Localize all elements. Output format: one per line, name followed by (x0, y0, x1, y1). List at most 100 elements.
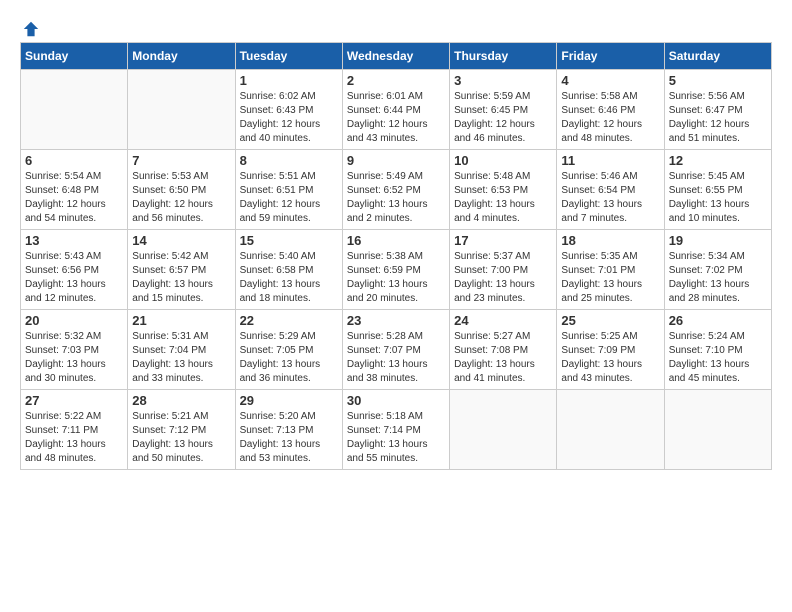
page-header (20, 20, 772, 32)
day-info: Sunrise: 5:25 AM Sunset: 7:09 PM Dayligh… (561, 330, 659, 386)
calendar-cell: 13Sunrise: 5:43 AM Sunset: 6:56 PM Dayli… (21, 230, 128, 310)
calendar-cell (557, 390, 664, 470)
logo (20, 20, 40, 32)
calendar-cell: 20 Sunrise: 5:32 AM Sunset: 7:03 PM Dayli… (21, 310, 128, 390)
day-info: Sunrise: 5:32 AM Sunset: 7:03 PM Dayligh… (25, 330, 123, 386)
day-number: 3 (454, 73, 552, 88)
calendar-cell: 15 Sunrise: 5:40 AM Sunset: 6:58 PM Dayli… (235, 230, 342, 310)
calendar-week-row: 6 Sunrise: 5:54 AM Sunset: 6:48 PM Daylig… (21, 150, 772, 230)
day-info: Sunrise: 5:28 AM Sunset: 7:07 PM Dayligh… (347, 330, 445, 386)
calendar-cell: 28 Sunrise: 5:21 AM Sunset: 7:12 PM Dayli… (128, 390, 235, 470)
calendar-header-sunday: Sunday (21, 43, 128, 70)
calendar-cell: 29 Sunrise: 5:20 AM Sunset: 7:13 PM Dayli… (235, 390, 342, 470)
day-info: Sunrise: 5:56 AM Sunset: 6:47 PM Dayligh… (669, 90, 767, 146)
calendar-cell (450, 390, 557, 470)
day-number: 18 (561, 233, 659, 248)
day-number: 20 (25, 313, 123, 328)
day-info: Sunrise: 5:24 AM Sunset: 7:10 PM Dayligh… (669, 330, 767, 386)
calendar-cell: 7 Sunrise: 5:53 AM Sunset: 6:50 PM Daylig… (128, 150, 235, 230)
day-info: Sunrise: 5:48 AM Sunset: 6:53 PM Dayligh… (454, 170, 552, 226)
day-number: 16 (347, 233, 445, 248)
day-info: Sunrise: 5:59 AM Sunset: 6:45 PM Dayligh… (454, 90, 552, 146)
day-info: Sunrise: 5:46 AM Sunset: 6:54 PM Dayligh… (561, 170, 659, 226)
calendar-cell: 23 Sunrise: 5:28 AM Sunset: 7:07 PM Dayli… (342, 310, 449, 390)
day-number: 10 (454, 153, 552, 168)
day-number: 29 (240, 393, 338, 408)
calendar-header-thursday: Thursday (450, 43, 557, 70)
day-info: Sunrise: 5:31 AM Sunset: 7:04 PM Dayligh… (132, 330, 230, 386)
calendar-cell: 3 Sunrise: 5:59 AM Sunset: 6:45 PM Daylig… (450, 70, 557, 150)
day-info: Sunrise: 6:01 AM Sunset: 6:44 PM Dayligh… (347, 90, 445, 146)
day-info: Sunrise: 5:20 AM Sunset: 7:13 PM Dayligh… (240, 410, 338, 466)
day-number: 17 (454, 233, 552, 248)
day-info: Sunrise: 5:58 AM Sunset: 6:46 PM Dayligh… (561, 90, 659, 146)
calendar-cell: 25 Sunrise: 5:25 AM Sunset: 7:09 PM Dayli… (557, 310, 664, 390)
day-number: 30 (347, 393, 445, 408)
calendar-cell: 2Sunrise: 6:01 AM Sunset: 6:44 PM Daylig… (342, 70, 449, 150)
day-number: 6 (25, 153, 123, 168)
day-info: Sunrise: 5:42 AM Sunset: 6:57 PM Dayligh… (132, 250, 230, 306)
calendar-header-row: SundayMondayTuesdayWednesdayThursdayFrid… (21, 43, 772, 70)
day-number: 4 (561, 73, 659, 88)
day-info: Sunrise: 5:45 AM Sunset: 6:55 PM Dayligh… (669, 170, 767, 226)
day-number: 9 (347, 153, 445, 168)
calendar-cell (128, 70, 235, 150)
calendar-cell: 10 Sunrise: 5:48 AM Sunset: 6:53 PM Dayli… (450, 150, 557, 230)
day-number: 11 (561, 153, 659, 168)
day-number: 19 (669, 233, 767, 248)
calendar-header-wednesday: Wednesday (342, 43, 449, 70)
day-info: Sunrise: 5:29 AM Sunset: 7:05 PM Dayligh… (240, 330, 338, 386)
calendar-week-row: 27 Sunrise: 5:22 AM Sunset: 7:11 PM Dayli… (21, 390, 772, 470)
day-info: Sunrise: 5:35 AM Sunset: 7:01 PM Dayligh… (561, 250, 659, 306)
day-info: Sunrise: 5:53 AM Sunset: 6:50 PM Dayligh… (132, 170, 230, 226)
calendar-cell: 27 Sunrise: 5:22 AM Sunset: 7:11 PM Dayli… (21, 390, 128, 470)
calendar-cell: 24Sunrise: 5:27 AM Sunset: 7:08 PM Dayli… (450, 310, 557, 390)
calendar-header-tuesday: Tuesday (235, 43, 342, 70)
day-info: Sunrise: 5:37 AM Sunset: 7:00 PM Dayligh… (454, 250, 552, 306)
day-number: 25 (561, 313, 659, 328)
calendar-cell: 1 Sunrise: 6:02 AM Sunset: 6:43 PM Daylig… (235, 70, 342, 150)
day-info: Sunrise: 5:21 AM Sunset: 7:12 PM Dayligh… (132, 410, 230, 466)
calendar-cell: 18 Sunrise: 5:35 AM Sunset: 7:01 PM Dayli… (557, 230, 664, 310)
logo-icon (22, 20, 40, 38)
day-info: Sunrise: 6:02 AM Sunset: 6:43 PM Dayligh… (240, 90, 338, 146)
calendar-cell: 9 Sunrise: 5:49 AM Sunset: 6:52 PM Daylig… (342, 150, 449, 230)
day-info: Sunrise: 5:34 AM Sunset: 7:02 PM Dayligh… (669, 250, 767, 306)
day-number: 28 (132, 393, 230, 408)
calendar-cell: 26Sunrise: 5:24 AM Sunset: 7:10 PM Dayli… (664, 310, 771, 390)
calendar-cell: 11 Sunrise: 5:46 AM Sunset: 6:54 PM Dayli… (557, 150, 664, 230)
calendar-cell: 8 Sunrise: 5:51 AM Sunset: 6:51 PM Daylig… (235, 150, 342, 230)
calendar-cell (21, 70, 128, 150)
day-number: 14 (132, 233, 230, 248)
calendar-week-row: 20 Sunrise: 5:32 AM Sunset: 7:03 PM Dayli… (21, 310, 772, 390)
day-info: Sunrise: 5:22 AM Sunset: 7:11 PM Dayligh… (25, 410, 123, 466)
day-info: Sunrise: 5:49 AM Sunset: 6:52 PM Dayligh… (347, 170, 445, 226)
calendar-cell: 16 Sunrise: 5:38 AM Sunset: 6:59 PM Dayli… (342, 230, 449, 310)
day-info: Sunrise: 5:51 AM Sunset: 6:51 PM Dayligh… (240, 170, 338, 226)
calendar-cell: 4 Sunrise: 5:58 AM Sunset: 6:46 PM Daylig… (557, 70, 664, 150)
calendar-cell: 6 Sunrise: 5:54 AM Sunset: 6:48 PM Daylig… (21, 150, 128, 230)
day-number: 8 (240, 153, 338, 168)
day-number: 27 (25, 393, 123, 408)
day-info: Sunrise: 5:54 AM Sunset: 6:48 PM Dayligh… (25, 170, 123, 226)
day-info: Sunrise: 5:40 AM Sunset: 6:58 PM Dayligh… (240, 250, 338, 306)
calendar-week-row: 13Sunrise: 5:43 AM Sunset: 6:56 PM Dayli… (21, 230, 772, 310)
calendar-table: SundayMondayTuesdayWednesdayThursdayFrid… (20, 42, 772, 470)
day-number: 23 (347, 313, 445, 328)
day-number: 22 (240, 313, 338, 328)
day-number: 7 (132, 153, 230, 168)
calendar-cell: 12Sunrise: 5:45 AM Sunset: 6:55 PM Dayli… (664, 150, 771, 230)
calendar-cell: 17 Sunrise: 5:37 AM Sunset: 7:00 PM Dayli… (450, 230, 557, 310)
day-number: 15 (240, 233, 338, 248)
day-number: 1 (240, 73, 338, 88)
day-number: 24 (454, 313, 552, 328)
calendar-cell (664, 390, 771, 470)
calendar-cell: 22 Sunrise: 5:29 AM Sunset: 7:05 PM Dayli… (235, 310, 342, 390)
day-info: Sunrise: 5:38 AM Sunset: 6:59 PM Dayligh… (347, 250, 445, 306)
day-number: 21 (132, 313, 230, 328)
calendar-cell: 19 Sunrise: 5:34 AM Sunset: 7:02 PM Dayli… (664, 230, 771, 310)
calendar-cell: 14 Sunrise: 5:42 AM Sunset: 6:57 PM Dayli… (128, 230, 235, 310)
calendar-header-monday: Monday (128, 43, 235, 70)
calendar-header-friday: Friday (557, 43, 664, 70)
calendar-cell: 5Sunrise: 5:56 AM Sunset: 6:47 PM Daylig… (664, 70, 771, 150)
